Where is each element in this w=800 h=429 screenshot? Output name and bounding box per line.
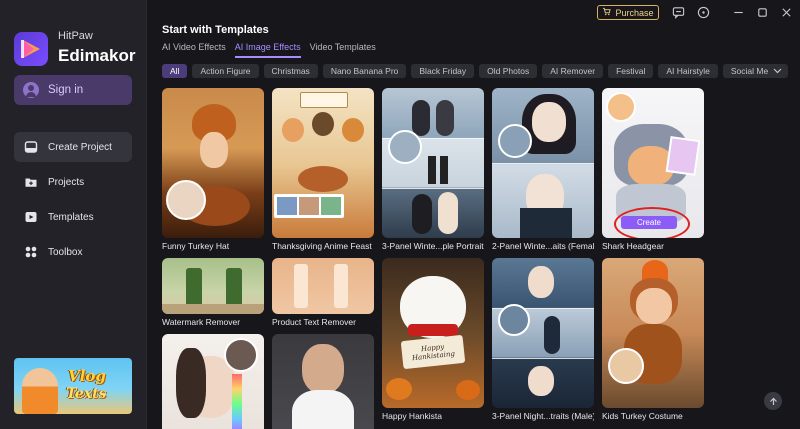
template-caption: Shark Headgear xyxy=(602,241,664,251)
template-thumbnail xyxy=(382,88,484,238)
maximize-icon[interactable] xyxy=(755,5,769,19)
template-thumbnail xyxy=(162,334,264,429)
promo-illustration xyxy=(22,368,58,414)
purchase-label: Purchase xyxy=(615,7,654,18)
template-caption: Happy Hankista xyxy=(382,411,443,421)
create-button[interactable]: Create xyxy=(621,216,677,229)
template-card[interactable]: Funny Turkey Hat xyxy=(162,88,264,251)
template-thumbnail xyxy=(272,334,374,429)
template-card[interactable]: 2-Panel Winte...aits (Female) xyxy=(492,88,594,251)
template-inset-photo xyxy=(498,304,530,336)
sidebar-item-projects[interactable]: Projects xyxy=(14,167,132,197)
template-thumbnail xyxy=(492,88,594,238)
sign-text-line-2: Hankistaing xyxy=(411,349,456,363)
template-card[interactable]: 3-Panel Night...traits (Male) xyxy=(492,258,594,421)
template-caption: Watermark Remover xyxy=(162,317,241,327)
tab-ai-video-effects[interactable]: AI Video Effects xyxy=(162,42,226,58)
chip-ai-remover[interactable]: AI Remover xyxy=(542,64,604,78)
create-project-icon xyxy=(24,140,38,154)
tab-ai-image-effects[interactable]: AI Image Effects xyxy=(234,42,301,58)
template-caption: 2-Panel Winte...aits (Female) xyxy=(492,241,594,251)
sidebar-item-toolbox[interactable]: Toolbox xyxy=(14,237,132,267)
arrow-up-icon xyxy=(769,397,777,405)
scroll-to-top-button[interactable] xyxy=(764,392,782,410)
sidebar-item-label: Create Project xyxy=(48,141,112,153)
template-card[interactable]: Kids Turkey Costume xyxy=(602,258,704,421)
promo-line-1: Vlog xyxy=(68,367,106,385)
promo-line-2: Texts xyxy=(66,386,107,402)
folder-icon xyxy=(24,175,38,189)
template-thumbnail: Happy Hankistaing xyxy=(382,258,484,408)
chip-action-figure[interactable]: Action Figure xyxy=(192,64,259,78)
info-icon[interactable] xyxy=(696,5,710,19)
sidebar: HitPaw Edimakor Sign in Create Project P… xyxy=(0,0,147,429)
category-filter-bar: All Action Figure Christmas Nano Banana … xyxy=(162,64,788,78)
template-inset-photo xyxy=(498,124,532,158)
template-thumbnail xyxy=(492,258,594,408)
chip-old-photos[interactable]: Old Photos xyxy=(479,64,538,78)
template-caption: Thanksgiving Anime Feast xyxy=(272,241,372,251)
app-window: HitPaw Edimakor Sign in Create Project P… xyxy=(0,0,800,429)
template-grid: Funny Turkey Hat Thanksgiving Anime Feas… xyxy=(155,84,795,429)
close-icon[interactable] xyxy=(779,5,793,19)
template-inset-photo xyxy=(224,338,258,372)
sidebar-item-create-project[interactable]: Create Project xyxy=(14,132,132,162)
template-card[interactable]: Product Text Remover xyxy=(272,258,374,327)
tab-video-templates[interactable]: Video Templates xyxy=(310,42,376,58)
template-card[interactable]: Watermark Remover xyxy=(162,258,264,327)
brand-company: HitPaw xyxy=(58,30,93,42)
sidebar-item-templates[interactable]: Templates xyxy=(14,202,132,232)
template-caption: 3-Panel Winte...ple Portraits xyxy=(382,241,484,251)
sidebar-item-label: Toolbox xyxy=(48,246,83,258)
template-card[interactable]: 3-Panel Winte...ple Portraits xyxy=(382,88,484,251)
feedback-icon[interactable] xyxy=(671,5,685,19)
template-tabs: AI Video Effects AI Image Effects Video … xyxy=(162,42,376,58)
brand-product: Edimakor xyxy=(58,46,136,65)
toolbox-icon xyxy=(24,245,38,259)
chip-festival[interactable]: Festival xyxy=(608,64,654,78)
template-thumbnail xyxy=(162,88,264,238)
chip-ai-hairstyle[interactable]: AI Hairstyle xyxy=(658,64,718,78)
template-thumbnail xyxy=(272,258,374,314)
app-logo-icon xyxy=(14,32,48,66)
template-caption: Kids Turkey Costume xyxy=(602,411,683,421)
chip-black-friday[interactable]: Black Friday xyxy=(411,64,475,78)
template-card[interactable] xyxy=(272,334,374,429)
template-card[interactable] xyxy=(162,334,264,429)
template-thumbnail xyxy=(272,88,374,238)
chip-nano-banana-pro[interactable]: Nano Banana Pro xyxy=(322,64,407,78)
template-inset-photo xyxy=(606,92,636,122)
page-title: Start with Templates xyxy=(162,24,269,36)
template-caption: 3-Panel Night...traits (Male) xyxy=(492,411,594,421)
template-inset-photo xyxy=(608,348,644,384)
template-thumbnail xyxy=(602,258,704,408)
sign-in-label: Sign in xyxy=(48,84,84,96)
template-thumbnail: Create xyxy=(602,88,704,238)
sign-in-button[interactable]: Sign in xyxy=(14,75,132,105)
chevron-down-icon[interactable] xyxy=(768,64,786,78)
sidebar-item-label: Templates xyxy=(48,211,94,223)
template-inset-photo xyxy=(166,180,206,220)
purchase-button[interactable]: Purchase xyxy=(597,5,659,20)
vlog-texts-promo-banner[interactable]: Vlog Texts xyxy=(14,358,132,414)
template-card[interactable]: Thanksgiving Anime Feast xyxy=(272,88,374,251)
template-card[interactable]: Happy Hankistaing Happy Hankista xyxy=(382,258,484,421)
sidebar-item-label: Projects xyxy=(48,176,85,188)
template-caption: Funny Turkey Hat xyxy=(162,241,230,251)
user-avatar-icon xyxy=(23,82,39,98)
template-caption: Product Text Remover xyxy=(272,317,356,327)
template-inset-photo xyxy=(388,130,422,164)
template-card[interactable]: Create Shark Headgear xyxy=(602,88,704,251)
chip-all[interactable]: All xyxy=(162,64,188,78)
templates-icon xyxy=(24,210,38,224)
cart-icon xyxy=(602,7,612,18)
minimize-icon[interactable] xyxy=(731,5,745,19)
chip-christmas[interactable]: Christmas xyxy=(263,64,318,78)
template-thumbnail xyxy=(162,258,264,314)
